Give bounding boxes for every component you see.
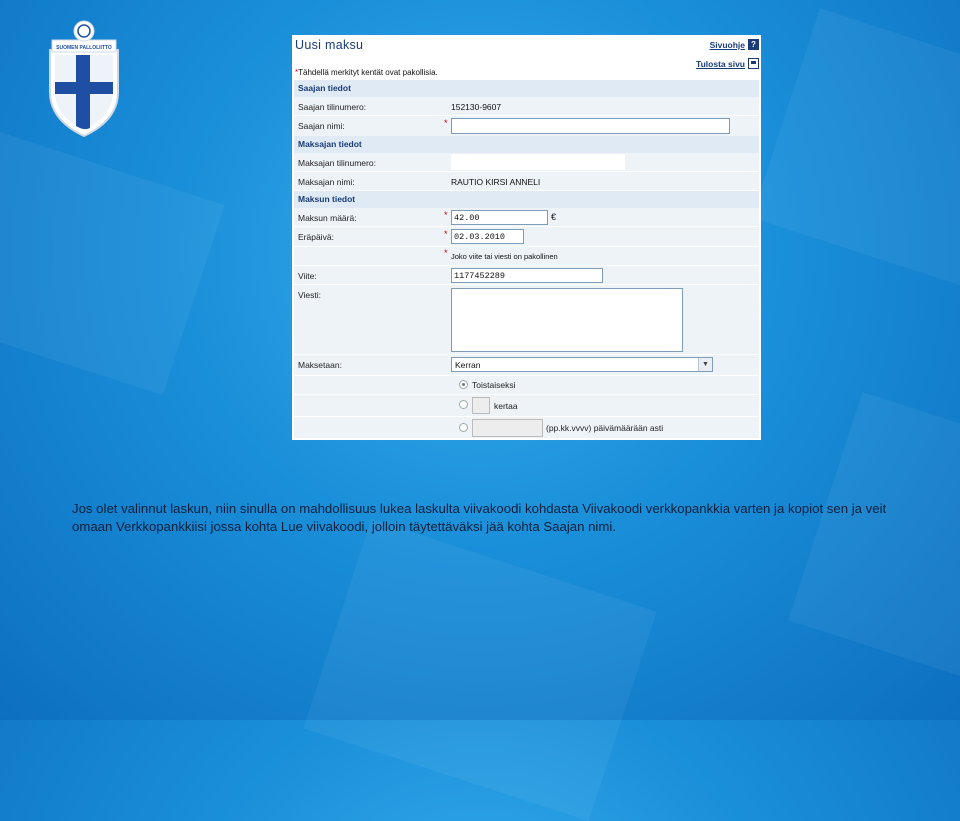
message-row: Viesti: [294,285,759,355]
repeat-select[interactable]: Kerran ▼ [451,357,713,372]
background-shape [788,391,960,689]
slide-caption: Jos olet valinnut laskun, niin sinulla o… [72,501,887,534]
svg-text:SUOMEN PALLOLIITTO: SUOMEN PALLOLIITTO [56,45,112,51]
print-link[interactable]: Tulosta sivu [696,59,745,69]
times-count-input[interactable] [472,397,490,414]
payee-name-row: Saajan nimi: * [294,116,759,137]
reference-input[interactable]: 1177452289 [451,268,603,283]
payee-account-row: Saajan tilinumero: 152130-9607 [294,97,759,116]
section-payment: Maksun tiedot [294,191,759,208]
radio-times[interactable] [459,400,468,409]
help-link[interactable]: Sivuohje [710,40,745,50]
reference-row: Viite: 1177452289 [294,266,759,285]
payment-form: Uusi maksu Sivuohje ? Tulosta sivu *Tähd… [292,35,761,440]
top-links: Sivuohje ? Tulosta sivu [696,37,759,75]
required-note: *Tähdellä merkityt kentät ovat pakollisi… [295,68,438,77]
amount-input[interactable]: 42.00 [451,210,548,225]
help-link-row: Sivuohje ? [696,37,759,52]
page-title: Uusi maksu [295,38,364,52]
payer-name-value: RAUTIO KIRSI ANNELI [451,177,541,187]
due-date-input[interactable]: 02.03.2010 [451,229,524,244]
ref-note-row: * Joko viite tai viesti on pakollinen [294,247,759,266]
help-icon[interactable]: ? [748,39,759,50]
radio-row-until-further: Toistaiseksi [294,376,759,395]
payer-name-row: Maksajan nimi: RAUTIO KIRSI ANNELI [294,172,759,191]
section-payee: Saajan tiedot [294,80,759,97]
radio-until-date[interactable] [459,423,468,432]
radio-row-until-date: (pp.kk.vvvv) päivämäärään asti [294,417,759,439]
payee-name-input[interactable] [451,118,730,134]
until-date-input[interactable] [472,419,543,437]
radio-until-further[interactable] [459,380,468,389]
background-shape [751,8,960,292]
print-icon[interactable] [748,58,759,69]
payer-account-field[interactable] [451,154,625,170]
background-shape [0,124,225,396]
print-link-row: Tulosta sivu [696,56,759,71]
ref-note: Joko viite tai viesti on pakollinen [451,252,558,261]
payee-account-value: 152130-9607 [451,102,502,112]
message-textarea[interactable] [451,288,683,352]
chevron-down-icon[interactable]: ▼ [698,358,712,371]
section-payer: Maksajan tiedot [294,136,759,153]
due-date-row: Eräpäivä: * 02.03.2010 [294,227,759,247]
radio-row-times: kertaa [294,395,759,417]
football-association-logo: SUOMEN PALLOLIITTO [49,20,119,138]
amount-row: Maksun määrä: * 42.00 € [294,208,759,227]
currency-label: € [551,212,557,222]
repeat-row: Maksetaan: Kerran ▼ [294,355,759,376]
payer-account-row: Maksajan tilinumero: [294,153,759,172]
background-shape [303,519,657,821]
